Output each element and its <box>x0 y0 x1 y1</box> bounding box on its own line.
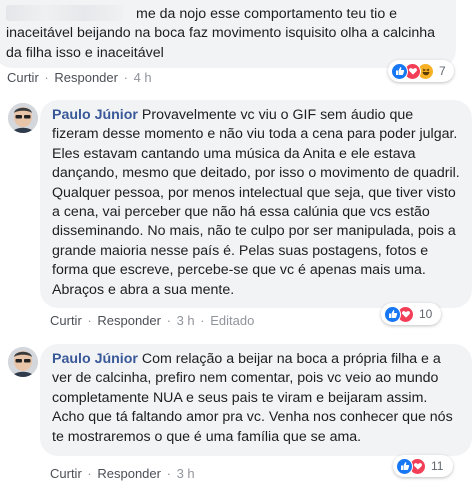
edited-label[interactable]: Editado <box>210 313 254 328</box>
reaction-count: 10 <box>419 307 433 321</box>
author-name[interactable]: Paulo Júnior <box>52 107 138 123</box>
reactions-summary-2[interactable]: 10 <box>381 303 441 325</box>
reactions-summary-1[interactable]: 7 <box>388 60 454 82</box>
reaction-count: 7 <box>439 64 446 78</box>
avatar[interactable] <box>8 103 38 133</box>
comment-bubble-1: me da nojo esse comportamento teu tio e … <box>0 0 456 68</box>
timestamp[interactable]: 3 h <box>177 466 195 481</box>
reply-link[interactable]: Responder <box>54 70 118 85</box>
timestamp[interactable]: 3 h <box>177 313 195 328</box>
reply-link[interactable]: Responder <box>97 466 161 481</box>
like-icon <box>384 305 401 323</box>
reply-link[interactable]: Responder <box>97 313 161 328</box>
like-link[interactable]: Curtir <box>50 313 82 328</box>
like-link[interactable]: Curtir <box>50 466 82 481</box>
comment-bubble-3: Paulo Júnior Com relação a beijar na boc… <box>40 344 472 456</box>
timestamp[interactable]: 4 h <box>134 70 152 85</box>
comment-actions-3: Curtir · Responder · 3 h <box>50 466 195 481</box>
like-icon <box>391 62 408 80</box>
like-icon <box>396 457 413 475</box>
like-link[interactable]: Curtir <box>7 70 39 85</box>
reaction-count: 11 <box>431 459 444 473</box>
author-name[interactable]: Paulo Júnior <box>52 351 138 367</box>
comment-actions-2: Curtir · Responder · 3 h · Editado <box>50 313 255 328</box>
comment-actions-1: Curtir · Responder · 4 h <box>7 70 152 85</box>
comment-text: me da nojo esse comportamento teu tio e … <box>6 6 436 61</box>
comment-bubble-2: Paulo Júnior Provavelmente vc viu o GIF … <box>40 100 472 308</box>
avatar[interactable] <box>8 347 38 377</box>
reactions-summary-3[interactable]: 11 <box>393 455 453 477</box>
comment-text: Provavelmente vc viu o GIF sem áudio que… <box>52 107 460 298</box>
